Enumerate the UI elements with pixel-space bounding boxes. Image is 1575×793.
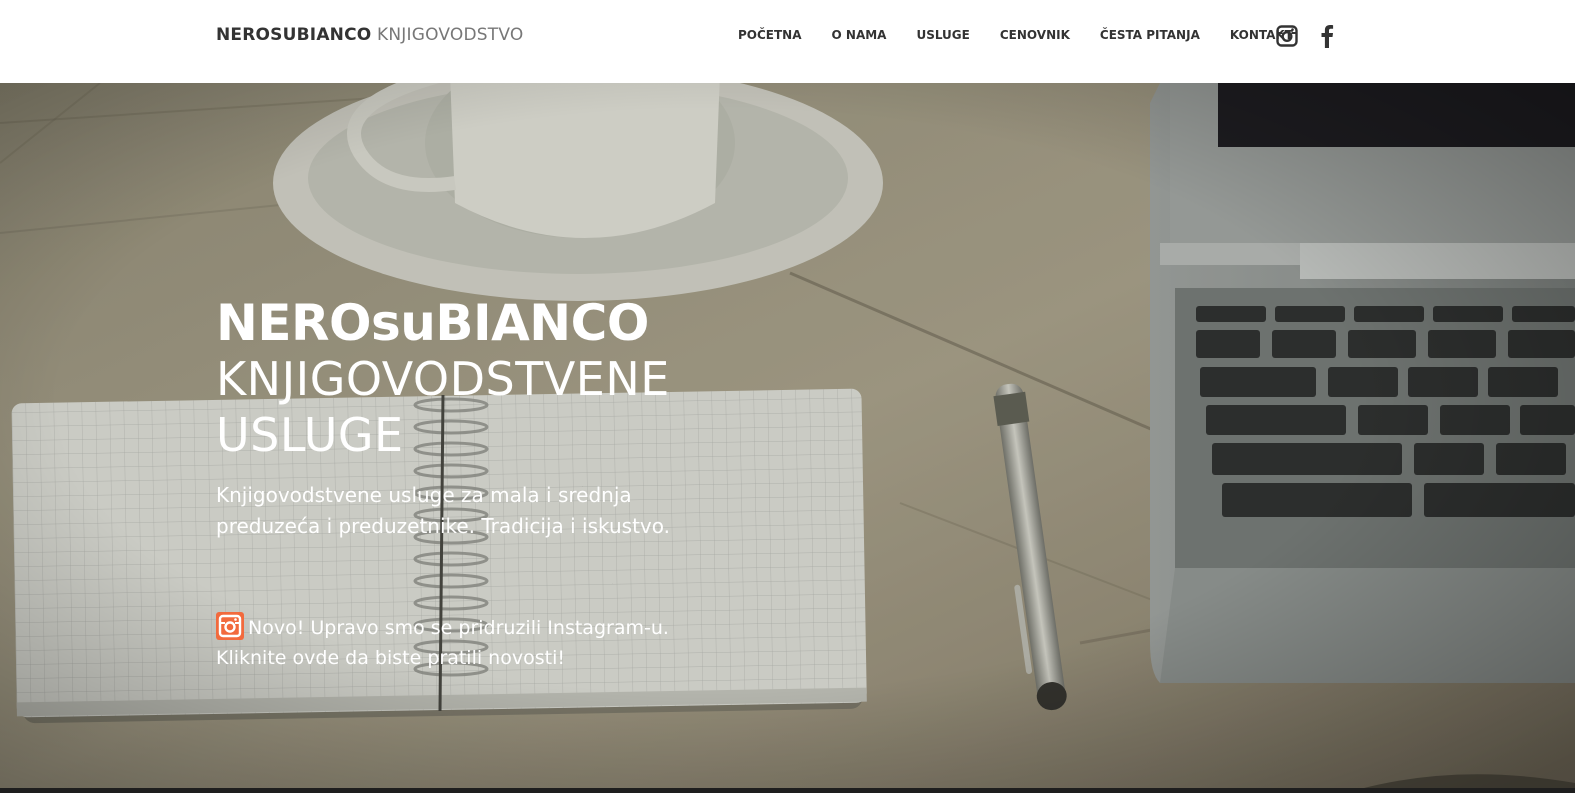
main-nav: POČETNA O NAMA USLUGE CENOVNIK ČESTA PIT… (738, 28, 1323, 42)
instagram-badge-icon (216, 612, 244, 640)
hero-title: NEROsuBIANCO (216, 294, 649, 352)
hero-subtitle: Knjigovodstvene usluge za mala i srednja… (216, 483, 671, 538)
hero-title-line-1: KNJIGOVODSTVENE (216, 352, 670, 406)
social-links (1276, 24, 1356, 52)
instagram-announcement-text: Novo! Upravo smo se pridruzili Instagram… (216, 617, 669, 669)
bottom-divider (0, 788, 1575, 793)
instagram-icon[interactable] (1276, 25, 1298, 51)
hero-content: NEROsuBIANCO KNJIGOVODSTVENE USLUGE Knji… (216, 295, 696, 673)
hero-section: NEROsuBIANCO KNJIGOVODSTVENE USLUGE Knji… (0, 83, 1575, 789)
nav-item-cesta-pitanja[interactable]: ČESTA PITANJA (1100, 28, 1200, 42)
nav-item-cenovnik[interactable]: CENOVNIK (1000, 28, 1070, 42)
facebook-icon[interactable] (1320, 24, 1334, 52)
nav-item-pocetna[interactable]: POČETNA (738, 28, 802, 42)
brand-logo[interactable]: NEROSUBIANCO KNJIGOVODSTVO (216, 25, 523, 45)
nav-item-o-nama[interactable]: O NAMA (832, 28, 887, 42)
instagram-announcement-link[interactable]: Novo! Upravo smo se pridruzili Instagram… (216, 612, 676, 673)
navbar: NEROSUBIANCO KNJIGOVODSTVO POČETNA O NAM… (0, 0, 1575, 83)
brand-name: NEROSUBIANCO (216, 25, 372, 45)
nav-item-usluge[interactable]: USLUGE (916, 28, 969, 42)
brand-tagline: KNJIGOVODSTVO (377, 25, 524, 45)
hero-title-line-2: USLUGE (216, 408, 404, 462)
